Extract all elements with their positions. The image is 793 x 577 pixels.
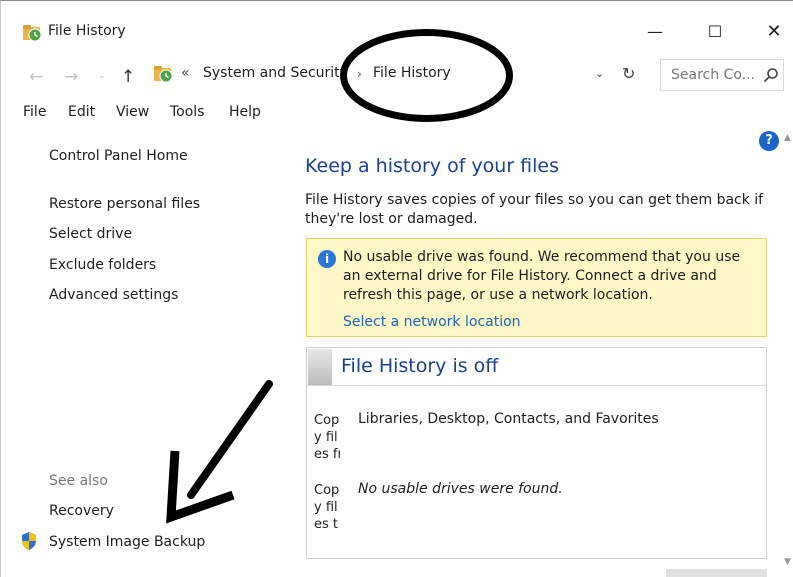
copy-from-value: Libraries, Desktop, Contacts, and Favori…	[358, 411, 659, 427]
see-also-heading: See also	[49, 473, 108, 489]
menu-tools[interactable]: Tools	[170, 104, 205, 120]
info-message: No usable drive was found. We recommend …	[343, 249, 741, 303]
advanced-settings-link[interactable]: Advanced settings	[49, 287, 178, 303]
copy-from-label: Copy files from:	[314, 413, 340, 462]
annotation-ellipse	[340, 29, 513, 122]
minimize-button[interactable]: —	[633, 17, 677, 47]
search-placeholder: Search Co...	[671, 67, 755, 83]
control-panel-home-link[interactable]: Control Panel Home	[49, 148, 188, 164]
info-icon: i	[318, 250, 336, 268]
help-icon[interactable]: ?	[759, 131, 779, 151]
copy-to-label: Copy files to:	[314, 483, 340, 532]
maximize-button[interactable]: ☐	[693, 17, 737, 47]
refresh-icon[interactable]: ↻	[622, 64, 635, 83]
file-history-window: File History — ☐ ✕ ← → ⌄ ↑ « System and …	[0, 0, 793, 577]
select-drive-link[interactable]: Select drive	[49, 226, 132, 242]
copy-to-value: No usable drives were found.	[358, 481, 563, 497]
shield-icon	[22, 532, 36, 550]
select-network-location-link[interactable]: Select a network location	[343, 314, 521, 330]
up-button[interactable]: ↑	[121, 67, 135, 87]
status-header: File History is off	[307, 348, 766, 386]
address-dropdown-icon[interactable]: ⌄	[595, 67, 604, 80]
exclude-folders-link[interactable]: Exclude folders	[49, 257, 156, 273]
file-history-status-panel: File History is off Copy files from: Lib…	[306, 347, 767, 559]
control-panel-icon	[154, 66, 173, 83]
page-description: File History saves copies of your files …	[305, 192, 764, 227]
restore-personal-files-link[interactable]: Restore personal files	[49, 196, 200, 212]
info-banner: i No usable drive was found. We recommen…	[306, 238, 767, 337]
forward-button[interactable]: →	[64, 67, 78, 87]
turn-on-button[interactable]	[666, 569, 767, 577]
file-history-icon	[23, 25, 42, 42]
system-image-backup-link[interactable]: System Image Backup	[49, 534, 205, 550]
recent-locations-button[interactable]: ⌄	[98, 71, 106, 81]
search-icon[interactable]	[763, 67, 779, 83]
status-title: File History is off	[341, 355, 499, 377]
menu-help[interactable]: Help	[229, 104, 261, 120]
menu-edit[interactable]: Edit	[68, 104, 95, 120]
menu-file[interactable]: File	[23, 104, 46, 120]
address-overflow-icon[interactable]: «	[181, 65, 190, 81]
search-input[interactable]: Search Co...	[660, 59, 784, 91]
annotation-arrow	[166, 380, 273, 524]
breadcrumb-system-and-security[interactable]: System and Security	[203, 65, 348, 81]
status-indicator	[308, 349, 332, 385]
recovery-link[interactable]: Recovery	[49, 503, 114, 519]
scroll-down-icon[interactable]: ▼	[784, 557, 791, 567]
close-button[interactable]: ✕	[752, 17, 793, 47]
scroll-up-icon[interactable]: ▲	[784, 133, 791, 143]
menu-view[interactable]: View	[116, 104, 149, 120]
page-title: Keep a history of your files	[305, 155, 560, 177]
back-button[interactable]: ←	[29, 67, 43, 87]
window-title: File History	[48, 23, 126, 39]
